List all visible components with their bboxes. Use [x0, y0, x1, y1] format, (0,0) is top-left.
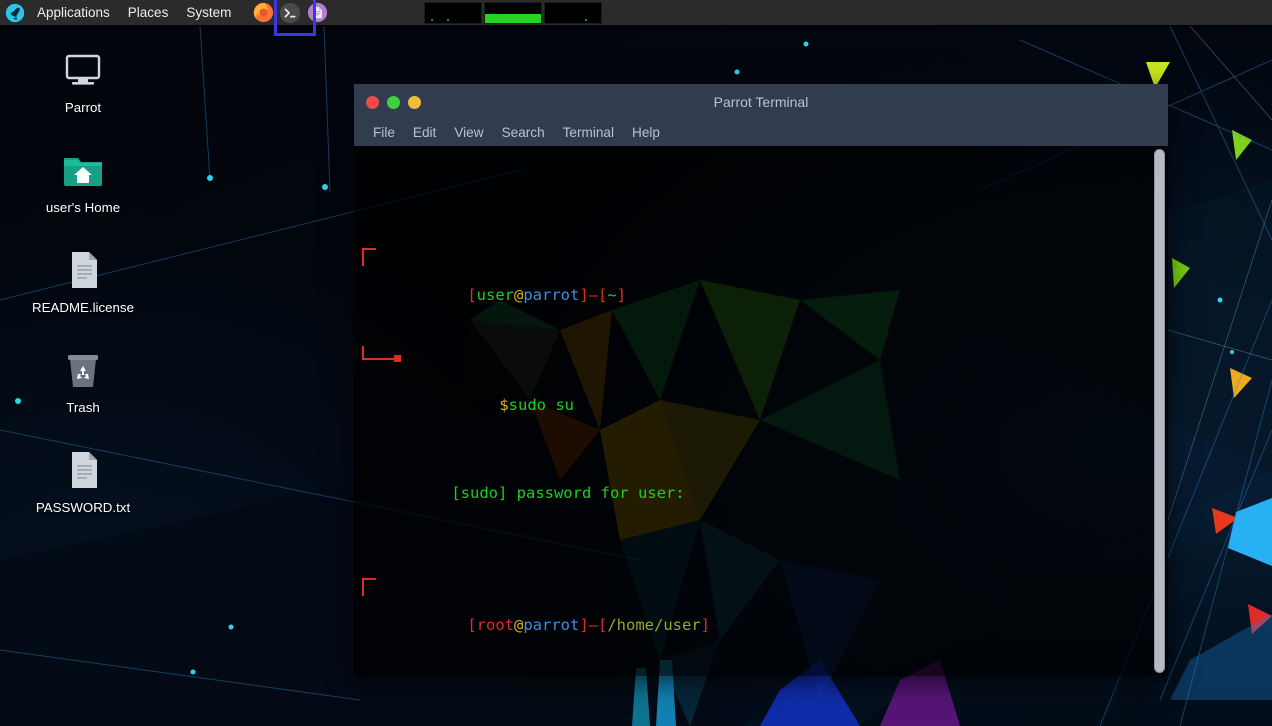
home-folder-icon: [64, 158, 102, 186]
terminal-line-output-1: [sudo] password for user:: [451, 484, 685, 502]
prompt-corner-glyph: [362, 248, 376, 266]
minimize-button[interactable]: [408, 95, 421, 109]
trash-icon: [68, 355, 98, 387]
terminal-scrollbar[interactable]: [1154, 149, 1165, 673]
terminal-menu-terminal[interactable]: Terminal: [554, 120, 623, 146]
terminal-menu-edit[interactable]: Edit: [404, 120, 445, 146]
terminal-scrollbar-thumb[interactable]: [1154, 149, 1165, 673]
panel-menu-applications[interactable]: Applications: [28, 0, 119, 25]
close-button[interactable]: [366, 95, 379, 109]
terminal-output-area[interactable]: [user@parrot]–[~] $sudo su [sudo] passwo…: [354, 146, 1168, 676]
terminal-line-prompt-1: [user@parrot]–[~]: [358, 240, 1168, 304]
prompt-arrow-glyph: [362, 346, 401, 362]
parrot-logo-icon[interactable]: [5, 3, 25, 23]
panel-menu-places[interactable]: Places: [119, 0, 178, 25]
maximize-button[interactable]: [387, 95, 400, 109]
desktop-icon-password-txt[interactable]: PASSWORD.txt: [8, 446, 158, 515]
panel-menu-system[interactable]: System: [177, 0, 240, 25]
top-panel: Applications Places System: [0, 0, 1272, 36]
firefox-icon: [253, 2, 273, 23]
desktop-icon-label: README.license: [32, 300, 134, 315]
desktop-icon-readme-license[interactable]: README.license: [8, 246, 158, 315]
terminal-menu-help[interactable]: Help: [623, 120, 669, 146]
launcher-terminal[interactable]: [277, 0, 303, 25]
terminal-titlebar[interactable]: Parrot Terminal: [354, 84, 1168, 120]
desktop-icon-label: Parrot: [64, 100, 102, 115]
desktop-icon-parrot[interactable]: Parrot: [8, 46, 158, 115]
desktop-icon-trash[interactable]: Trash: [8, 346, 158, 415]
monitor-icon: [65, 54, 101, 85]
text-file-icon: [72, 452, 97, 488]
launcher-text-editor[interactable]: [304, 0, 330, 25]
terminal-menu-file[interactable]: File: [364, 120, 404, 146]
terminal-line-command-1: $sudo su: [358, 346, 1168, 414]
terminal-window[interactable]: Parrot Terminal File Edit View Search Te…: [354, 84, 1168, 676]
panel-launchers: [250, 0, 330, 36]
terminal-title: Parrot Terminal: [713, 94, 809, 110]
terminal-menu-view[interactable]: View: [445, 120, 492, 146]
terminal-icon: [280, 2, 301, 23]
workspace-2[interactable]: [484, 2, 542, 24]
window-controls: [366, 95, 421, 109]
workspace-1[interactable]: [424, 2, 482, 24]
text-file-icon: [72, 252, 97, 288]
document-icon: [307, 2, 327, 23]
terminal-menubar: File Edit View Search Terminal Help: [354, 120, 1168, 146]
workspace-switcher[interactable]: [424, 2, 602, 24]
terminal-line-prompt-2: [root@parrot]–[/home/user]: [358, 570, 1168, 634]
desktop-icon-label: Trash: [66, 400, 100, 415]
terminal-menu-search[interactable]: Search: [493, 120, 554, 146]
launcher-firefox[interactable]: [250, 0, 276, 25]
desktop-icon-label: PASSWORD.txt: [35, 500, 131, 515]
workspace-3[interactable]: [544, 2, 602, 24]
workspace-active-indicator: [485, 14, 541, 23]
desktop-icon-users-home[interactable]: user's Home: [8, 146, 158, 215]
desktop-icon-label: user's Home: [45, 200, 121, 215]
prompt-corner-glyph: [362, 578, 376, 596]
desktop-background[interactable]: Parrot user's Home README.license Trash …: [0, 0, 1272, 726]
